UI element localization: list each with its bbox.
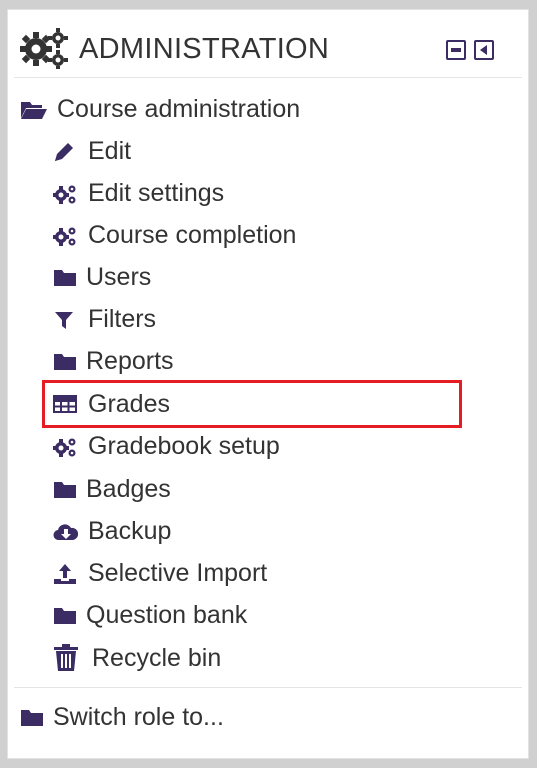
folder-icon	[53, 598, 79, 632]
tree-item-label: Switch role to...	[53, 703, 224, 731]
header-divider	[14, 77, 522, 78]
folder-icon	[20, 700, 46, 734]
gears-icon	[53, 429, 79, 463]
tree-item-label: Course completion	[88, 221, 297, 249]
collapse-icon[interactable]	[446, 40, 466, 60]
folder-icon	[53, 260, 79, 294]
tree-item-label: Edit settings	[88, 179, 225, 207]
tree-item-label: Recycle bin	[92, 644, 222, 672]
folder-icon	[53, 344, 79, 378]
tree-item-label: Backup	[88, 517, 172, 545]
tree-item-label: Question bank	[86, 601, 248, 629]
block-header: ADMINISTRATION	[8, 10, 528, 80]
filter-icon	[53, 302, 79, 336]
tree-item-label: Gradebook setup	[88, 432, 280, 460]
dock-icon[interactable]	[474, 40, 494, 60]
tree-item-label: Filters	[88, 305, 157, 333]
footer-divider	[14, 687, 522, 688]
upload-icon	[53, 556, 79, 590]
tree-item-label: Edit	[88, 137, 132, 165]
folder-icon	[53, 472, 79, 506]
gears-icon	[20, 27, 68, 69]
administration-block: ADMINISTRATION Course administration Edi…	[7, 9, 529, 759]
tree-item-label: Badges	[86, 475, 171, 503]
block-title: ADMINISTRATION	[79, 33, 330, 65]
tree-item-label: Reports	[86, 347, 174, 375]
tree-item-label: Selective Import	[88, 559, 268, 587]
trash-icon	[53, 641, 79, 675]
pencil-icon	[53, 134, 79, 168]
tree-item-label: Users	[86, 263, 152, 291]
tree-root-label: Course administration	[57, 95, 301, 123]
folder-open-icon	[20, 92, 47, 126]
cloud-download-icon	[53, 514, 79, 548]
gears-icon	[53, 176, 79, 210]
grades-highlight-box	[42, 380, 462, 428]
gears-icon	[53, 218, 79, 252]
